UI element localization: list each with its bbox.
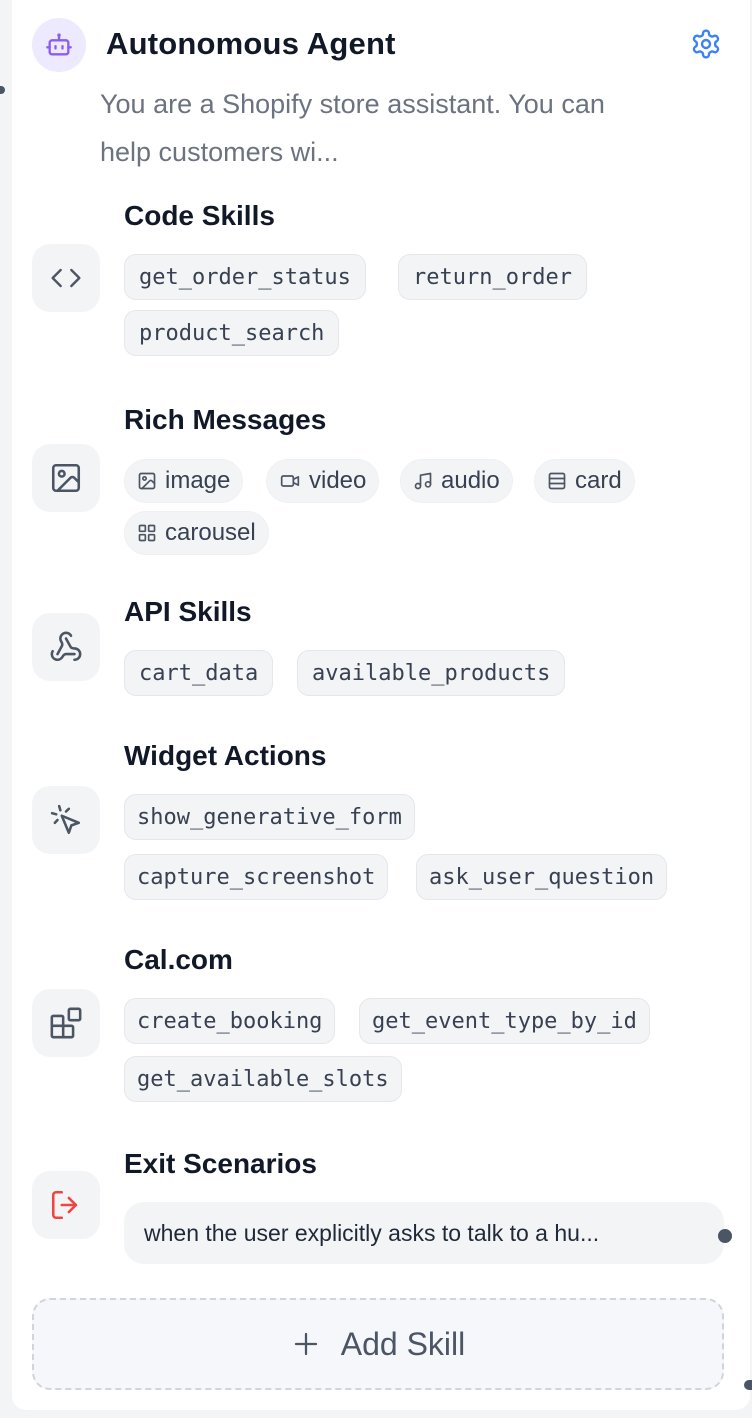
- agent-title: Autonomous Agent: [106, 26, 396, 61]
- add-skill-button[interactable]: Add Skill: [32, 1298, 724, 1390]
- video-icon: [280, 475, 300, 487]
- skill-chip[interactable]: capture_screenshot: [124, 854, 389, 900]
- rich-chip-image[interactable]: image: [124, 459, 244, 503]
- exit-icon: [32, 1171, 100, 1239]
- code-icon: [32, 244, 100, 312]
- app-blocks-icon: [32, 989, 100, 1057]
- skill-chip[interactable]: ask_user_question: [416, 854, 668, 900]
- settings-button[interactable]: [688, 26, 724, 62]
- agent-description: You are a Shopify store assistant. You c…: [100, 89, 605, 167]
- rich-chip-carousel[interactable]: carousel: [124, 511, 269, 555]
- skill-chip[interactable]: get_order_status: [124, 254, 366, 300]
- section-title-exit-scenarios: Exit Scenarios: [124, 1148, 317, 1179]
- skill-chip[interactable]: product_search: [124, 310, 340, 356]
- rich-chip-audio[interactable]: audio: [400, 459, 513, 503]
- card-icon: [548, 472, 566, 490]
- grid-icon: [138, 524, 156, 542]
- section-title-widget-actions: Widget Actions: [124, 740, 327, 771]
- skill-chip[interactable]: get_available_slots: [124, 1056, 402, 1102]
- rich-chip-card[interactable]: card: [534, 459, 635, 503]
- image-icon: [32, 444, 100, 512]
- webhook-icon: [32, 613, 100, 681]
- skill-chip[interactable]: show_generative_form: [124, 794, 415, 840]
- agent-card: Autonomous Agent You are a Shopify store…: [12, 0, 750, 1410]
- skill-chip[interactable]: return_order: [398, 254, 587, 300]
- skill-chip[interactable]: available_products: [297, 650, 566, 696]
- pointer-click-icon: [32, 786, 100, 854]
- image-icon: [138, 472, 156, 490]
- section-title-cal-com: Cal.com: [124, 944, 233, 975]
- section-title-rich-messages: Rich Messages: [124, 404, 327, 435]
- section-title-code-skills: Code Skills: [124, 200, 275, 231]
- skill-chip[interactable]: create_booking: [124, 998, 336, 1044]
- gear-icon: [692, 29, 720, 59]
- section-title-api-skills: API Skills: [124, 596, 252, 627]
- rich-chip-video[interactable]: video: [266, 459, 380, 503]
- plus-icon: [294, 1332, 317, 1356]
- skill-chip[interactable]: cart_data: [124, 650, 274, 696]
- robot-icon: [32, 18, 86, 72]
- add-skill-label: Add Skill: [340, 1325, 466, 1362]
- music-icon: [414, 472, 432, 490]
- exit-scenario-item[interactable]: when the user explicitly asks to talk to…: [124, 1202, 724, 1264]
- skill-chip[interactable]: get_event_type_by_id: [359, 998, 650, 1044]
- connection-handle[interactable]: [718, 1229, 732, 1243]
- connection-handle[interactable]: [0, 86, 5, 94]
- connection-handle[interactable]: [744, 1380, 752, 1390]
- exit-scenario-text: when the user explicitly asks to talk to…: [144, 1219, 600, 1246]
